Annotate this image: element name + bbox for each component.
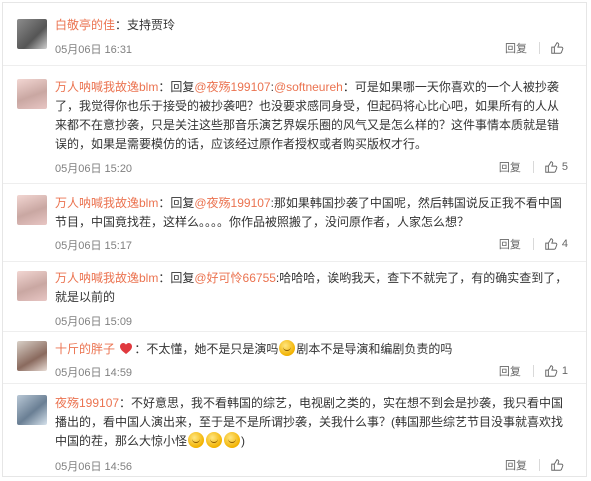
reply-prefix: ：回复 xyxy=(158,80,195,94)
comment-body: ：不好意思，我不看韩国的综艺，电视剧之类的，实在想不到会是抄袭，我只看中国播出的… xyxy=(55,396,564,448)
comment-item: 万人呐喊我故逸blm：回复@好可怜66755:哈哈哈，诶哟我天，查下不就完了，有… xyxy=(3,261,586,332)
mention-link[interactable]: @好可怜66755 xyxy=(194,271,276,285)
comment-actions: 回复 4 xyxy=(499,236,568,252)
comment-text: 夜殇199107：不好意思，我不看韩国的综艺，电视剧之类的，实在想不到会是抄袭，… xyxy=(55,394,570,451)
emoji-icon xyxy=(206,432,223,448)
thumbs-up-icon xyxy=(551,42,564,54)
action-divider xyxy=(532,161,534,173)
emoji-icon xyxy=(224,432,241,448)
thumbs-up-icon xyxy=(545,161,558,173)
reply-button[interactable]: 回复 xyxy=(499,363,521,379)
comment-item: 白敬亭的佳：支持贾玲 05月06日 16:31 回复 xyxy=(3,3,586,66)
like-button[interactable]: 1 xyxy=(544,364,568,378)
comment-text: 十斤的胖子 ：不太懂，她不是只是演吗 剧本不是导演和编剧负责的吗 xyxy=(55,340,570,359)
comment-time: 05月06日 14:59 xyxy=(55,367,133,379)
like-count: 4 xyxy=(561,238,568,250)
mention-link[interactable]: @夜殇199107 xyxy=(194,80,270,94)
emoji-icon xyxy=(188,432,205,448)
reply-button[interactable]: 回复 xyxy=(499,159,521,175)
like-button[interactable] xyxy=(550,458,568,472)
comment-list: 白敬亭的佳：支持贾玲 05月06日 16:31 回复 万人呐喊我故逸blm：回复… xyxy=(2,2,587,477)
comment-time: 05月06日 14:56 xyxy=(55,461,133,473)
heart-icon xyxy=(120,342,133,354)
doge-emoji-icon xyxy=(279,340,296,356)
reply-prefix: ：回复 xyxy=(158,196,195,210)
reply-prefix: ：回复 xyxy=(158,271,195,285)
comment-text: 白敬亭的佳：支持贾玲 xyxy=(55,16,570,35)
like-button[interactable] xyxy=(550,41,568,55)
comment-username[interactable]: 白敬亭的佳 xyxy=(55,18,115,32)
comment-text: 万人呐喊我故逸blm：回复@好可怜66755:哈哈哈，诶哟我天，查下不就完了，有… xyxy=(55,269,570,307)
comment-time: 05月06日 15:17 xyxy=(55,240,133,252)
action-divider xyxy=(539,42,540,54)
comment-item: 万人呐喊我故逸blm：回复@夜殇199107:@softneureh：可是如果哪… xyxy=(3,65,586,184)
comment-body: ：不太懂，她不是只是演吗 xyxy=(134,342,279,356)
comment-actions: 回复 xyxy=(505,457,568,473)
mention-link[interactable]: @softneureh xyxy=(274,80,343,94)
avatar[interactable] xyxy=(17,341,47,371)
comment-actions: 回复 1 xyxy=(499,363,568,379)
thumbs-up-icon xyxy=(545,238,558,250)
comment-body-end: ) xyxy=(241,434,246,448)
reply-button[interactable]: 回复 xyxy=(505,457,527,473)
comment-body: ：支持贾玲 xyxy=(115,18,176,32)
comment-body-continued: 剧本不是导演和编剧负责的吗 xyxy=(296,342,453,356)
reply-button[interactable]: 回复 xyxy=(499,236,521,252)
like-count: 5 xyxy=(561,161,568,173)
mention-link[interactable]: @夜殇199107 xyxy=(194,196,270,210)
action-divider xyxy=(539,459,540,471)
action-divider xyxy=(532,238,534,250)
avatar[interactable] xyxy=(17,19,47,49)
thumbs-up-icon xyxy=(551,459,564,471)
comment-text: 万人呐喊我故逸blm：回复@夜殇199107:@softneureh：可是如果哪… xyxy=(55,78,570,154)
action-divider xyxy=(532,365,534,377)
comment-actions: 回复 5 xyxy=(499,159,568,175)
comment-username[interactable]: 夜殇199107 xyxy=(55,396,119,410)
avatar[interactable] xyxy=(17,271,47,301)
comment-time: 05月06日 16:31 xyxy=(55,44,133,56)
comment-item: 十斤的胖子 ：不太懂，她不是只是演吗 剧本不是导演和编剧负责的吗 05月06日 1… xyxy=(3,331,586,384)
avatar[interactable] xyxy=(17,395,47,425)
comment-text: 万人呐喊我故逸blm：回复@夜殇199107:那如果韩国抄袭了中国呢，然后韩国说… xyxy=(55,194,570,232)
comment-actions: 回复 xyxy=(505,40,568,56)
like-button[interactable]: 5 xyxy=(544,160,568,174)
comment-username[interactable]: 十斤的胖子 xyxy=(55,342,115,356)
comment-time: 05月06日 15:09 xyxy=(55,316,133,328)
reply-button[interactable]: 回复 xyxy=(505,40,527,56)
comment-item: 万人呐喊我故逸blm：回复@夜殇199107:那如果韩国抄袭了中国呢，然后韩国说… xyxy=(3,183,586,262)
like-button[interactable]: 4 xyxy=(544,237,568,251)
comment-time: 05月06日 15:20 xyxy=(55,163,133,175)
thumbs-up-icon xyxy=(545,365,558,377)
comment-username[interactable]: 万人呐喊我故逸blm xyxy=(55,80,158,94)
comment-username[interactable]: 万人呐喊我故逸blm xyxy=(55,196,158,210)
avatar[interactable] xyxy=(17,79,47,109)
comment-username[interactable]: 万人呐喊我故逸blm xyxy=(55,271,158,285)
like-count: 1 xyxy=(561,365,568,377)
avatar[interactable] xyxy=(17,195,47,225)
comment-item: 夜殇199107：不好意思，我不看韩国的综艺，电视剧之类的，实在想不到会是抄袭，… xyxy=(3,383,586,476)
